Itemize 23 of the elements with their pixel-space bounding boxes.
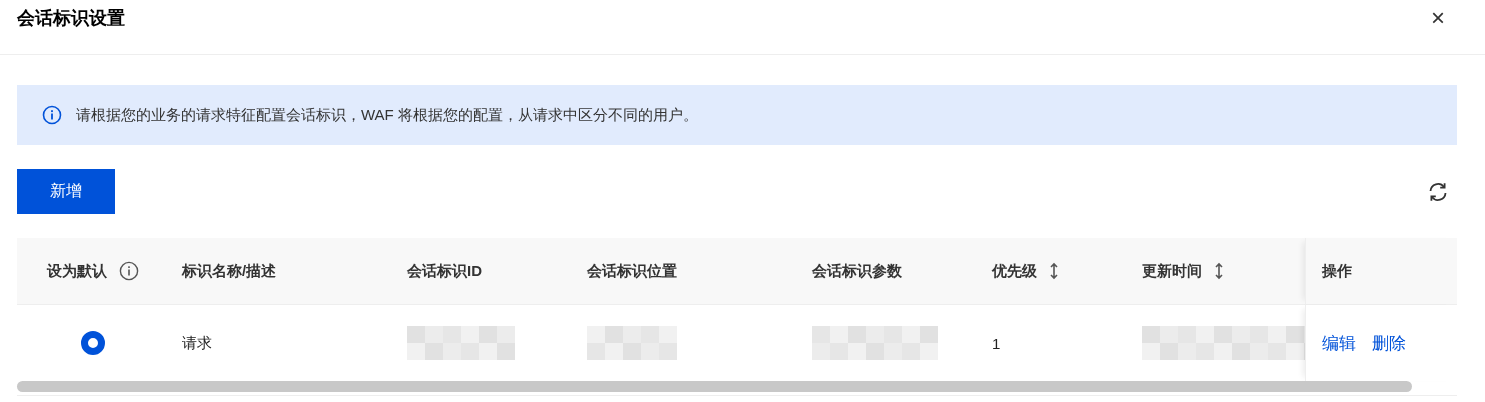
column-header: 操作	[1322, 261, 1352, 281]
info-icon	[42, 105, 62, 125]
column-header: 会话标识位置	[587, 261, 677, 281]
add-button[interactable]: 新增	[17, 169, 115, 214]
notice-text: 请根据您的业务的请求特征配置会话标识，WAF 将根据您的配置，从请求中区分不同的用户。	[76, 105, 698, 125]
column-header: 会话标识ID	[407, 261, 482, 281]
table-cell: 请求	[182, 333, 212, 353]
radio-button[interactable]	[80, 331, 105, 355]
refresh-icon[interactable]	[1427, 180, 1449, 203]
column-header: 优先级	[992, 261, 1037, 281]
column-header: 设为默认	[46, 261, 107, 281]
column-header: 更新时间	[1142, 261, 1202, 281]
scrollbar-thumb[interactable]	[17, 381, 1412, 392]
column-header: 会话标识参数	[812, 261, 902, 281]
column-header: 标识名称/描述	[182, 261, 277, 281]
sort-icon[interactable]	[1214, 262, 1224, 280]
info-icon[interactable]	[118, 261, 139, 281]
close-button[interactable]: ×	[1427, 4, 1449, 32]
dialog-title: 会话标识设置	[17, 7, 125, 30]
table-cell: 1	[992, 334, 1001, 352]
action-link[interactable]: 删除	[1372, 331, 1406, 355]
action-link[interactable]: 编辑	[1322, 331, 1356, 355]
sort-icon[interactable]	[1049, 262, 1059, 280]
